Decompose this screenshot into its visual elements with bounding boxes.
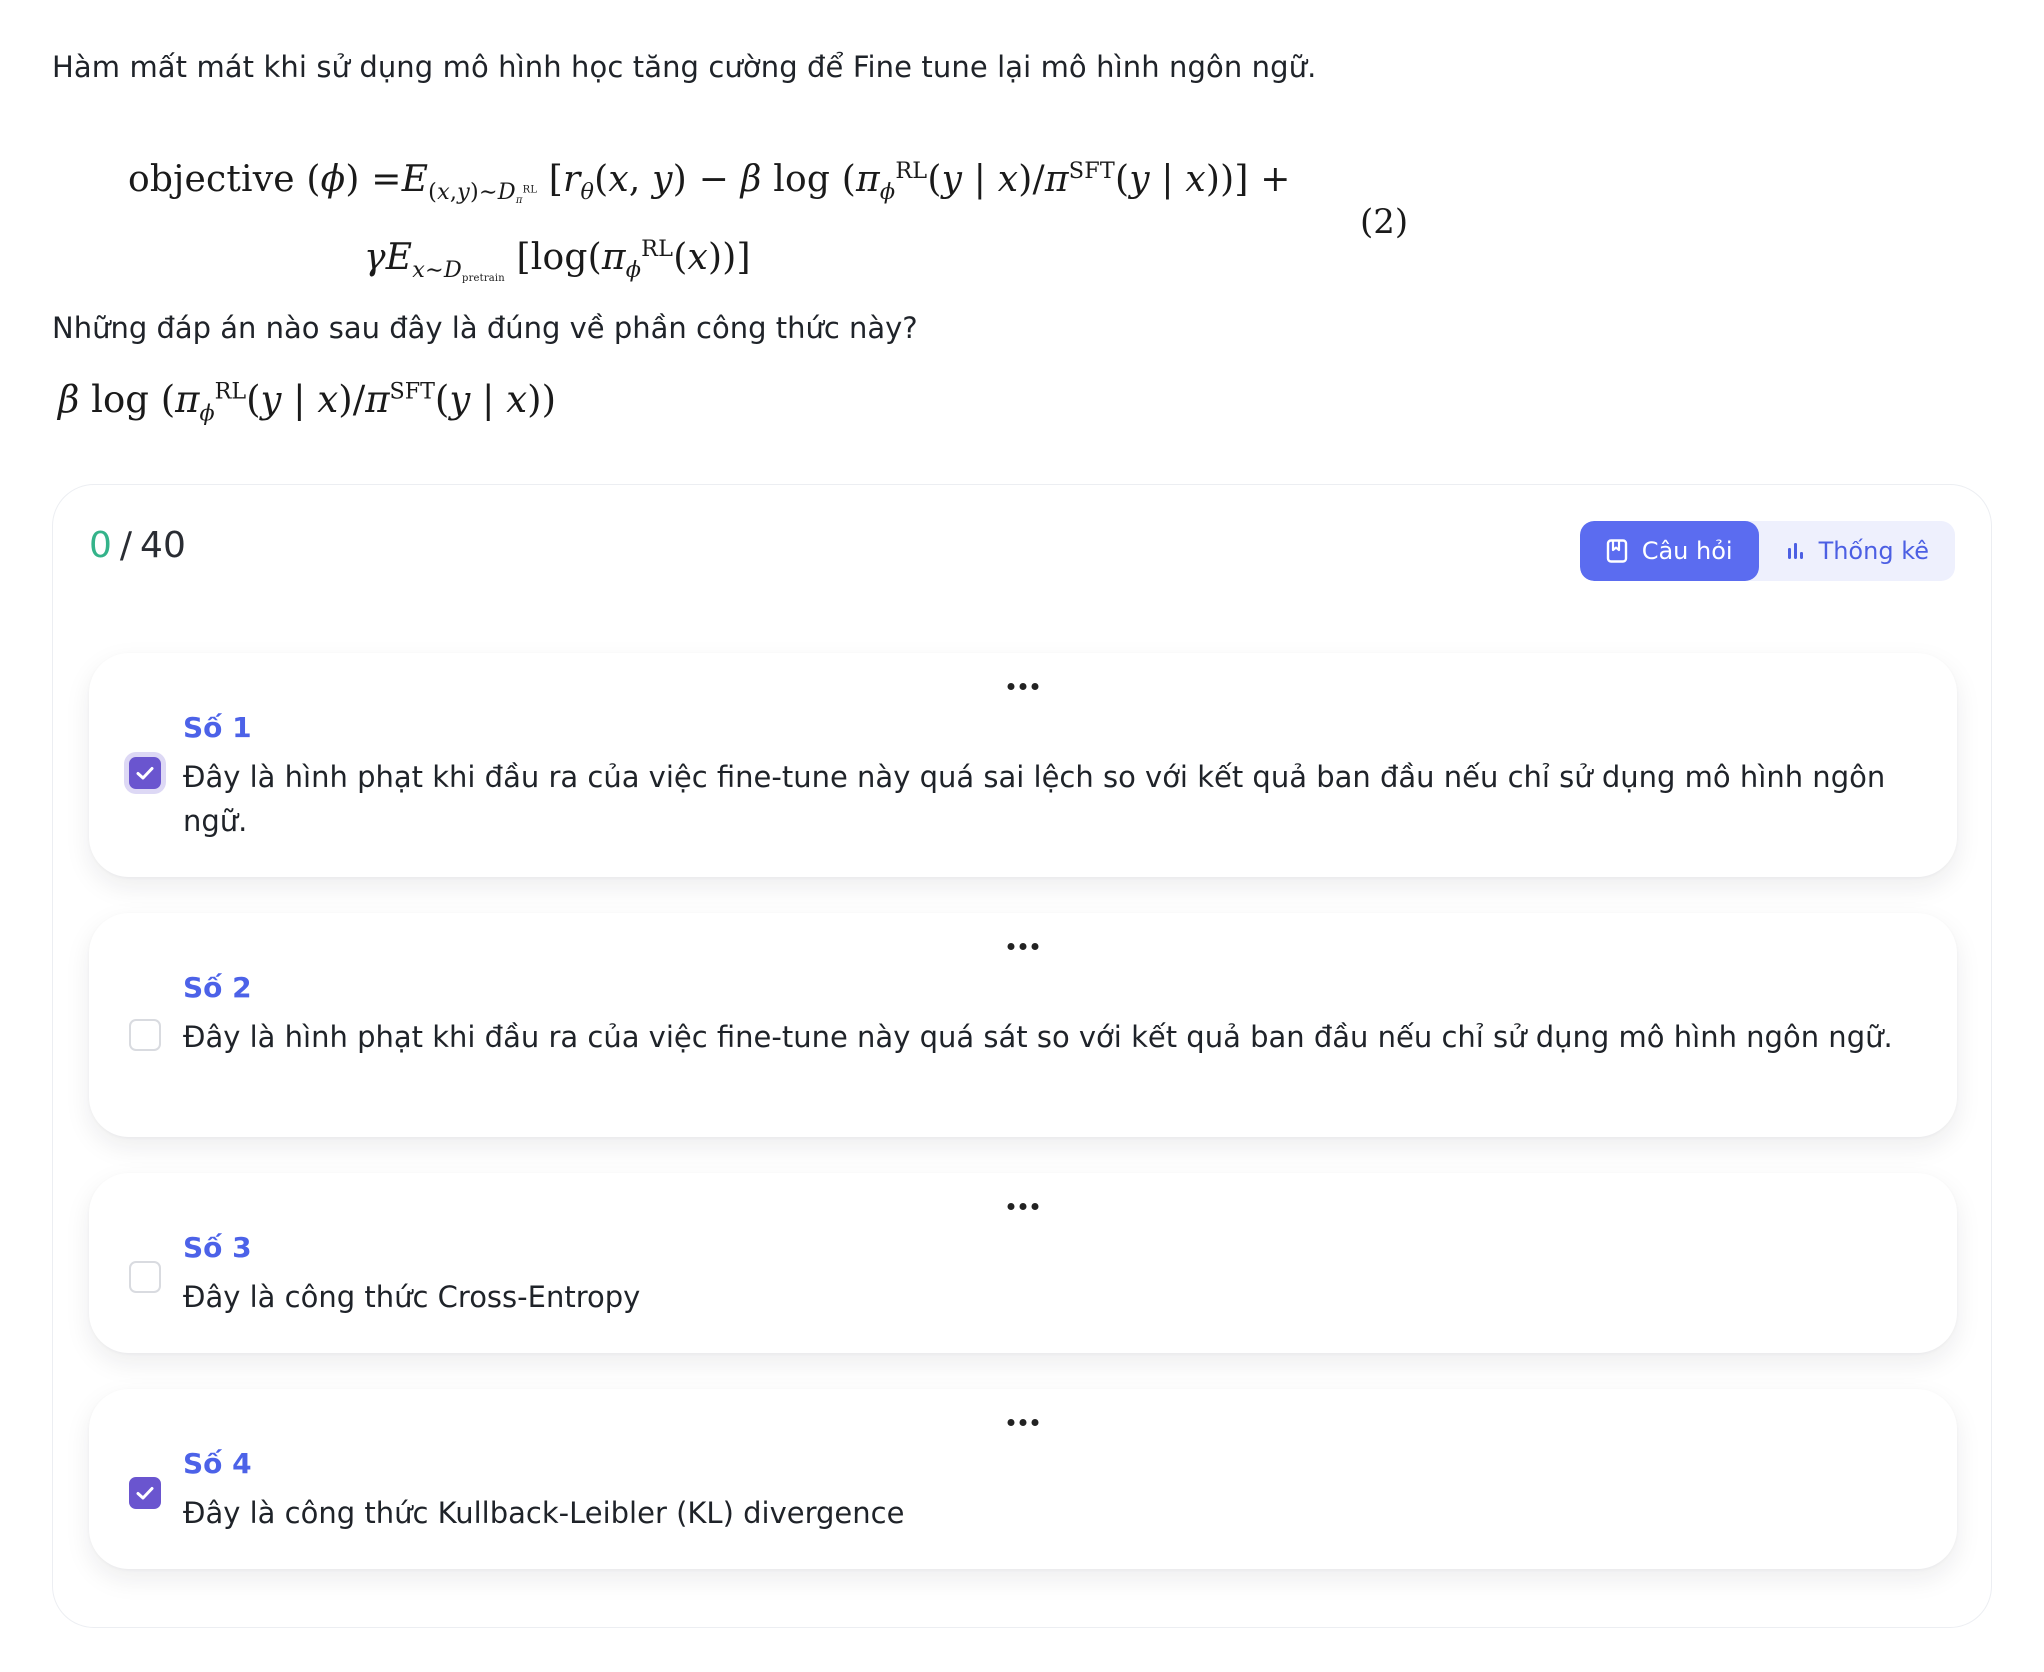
score-total: 40 [140, 525, 186, 566]
equation-number: (2) [1360, 202, 1409, 242]
score-current: 0 [89, 525, 112, 566]
checkmark-icon [136, 767, 154, 780]
kl-term-formula: β log (πϕRL(y | x)/πSFT(y | x)) [58, 378, 557, 427]
option-checkbox[interactable] [129, 1261, 161, 1293]
answer-option-4: Số 4 Đây là công thức Kullback-Leibler (… [89, 1389, 1957, 1569]
tab-questions-label: Câu hỏi [1641, 537, 1733, 565]
option-checkbox[interactable] [129, 1019, 161, 1051]
score-counter: 0/40 [89, 525, 186, 566]
formula-line-2: γEx∼Dpretrain [log(πϕRL(x))] [364, 236, 751, 285]
answer-option-1: Số 1 Đây là hình phạt khi đầu ra của việ… [89, 653, 1957, 877]
option-text: Đây là công thức Cross-Entropy [183, 1280, 641, 1314]
score-separator: / [119, 525, 133, 566]
more-options-icon[interactable] [1002, 939, 1045, 954]
answer-option-2: Số 2 Đây là hình phạt khi đầu ra của việ… [89, 913, 1957, 1137]
answer-option-3: Số 3 Đây là công thức Cross-Entropy [89, 1173, 1957, 1353]
option-checkbox[interactable] [129, 757, 161, 789]
more-options-icon[interactable] [1002, 1415, 1045, 1430]
view-tabs: Câu hỏi Thống kê [1579, 521, 1955, 581]
formula-line-1: objective (ϕ) =E(x,y)∼DπRL [rθ(x, y) − β… [128, 158, 1291, 207]
option-text: Đây là hình phạt khi đầu ra của việc fin… [183, 1020, 1893, 1054]
answer-panel: 0/40 Câu hỏi Thống kê Số 1 Đây là hình p… [52, 484, 1992, 1628]
option-label: Số 2 [183, 971, 252, 1004]
more-options-icon[interactable] [1002, 1199, 1045, 1214]
option-checkbox[interactable] [129, 1477, 161, 1509]
checkmark-icon [136, 1487, 154, 1500]
option-text: Đây là công thức Kullback-Leibler (KL) d… [183, 1496, 905, 1530]
question-intro: Hàm mất mát khi sử dụng mô hình học tăng… [52, 50, 1317, 84]
tab-statistics-label: Thống kê [1818, 537, 1929, 565]
bookmark-icon [1606, 539, 1628, 563]
bar-chart-icon [1785, 541, 1805, 561]
option-label: Số 3 [183, 1231, 252, 1264]
option-label: Số 4 [183, 1447, 252, 1480]
question-prompt: Những đáp án nào sau đây là đúng về phần… [52, 311, 918, 345]
option-label: Số 1 [183, 711, 252, 744]
tab-statistics[interactable]: Thống kê [1759, 521, 1955, 581]
more-options-icon[interactable] [1002, 679, 1045, 694]
objective-formula: objective (ϕ) =E(x,y)∼DπRL [rθ(x, y) − β… [128, 150, 1428, 290]
tab-questions[interactable]: Câu hỏi [1579, 521, 1759, 581]
option-text: Đây là hình phạt khi đầu ra của việc fin… [183, 760, 1886, 838]
